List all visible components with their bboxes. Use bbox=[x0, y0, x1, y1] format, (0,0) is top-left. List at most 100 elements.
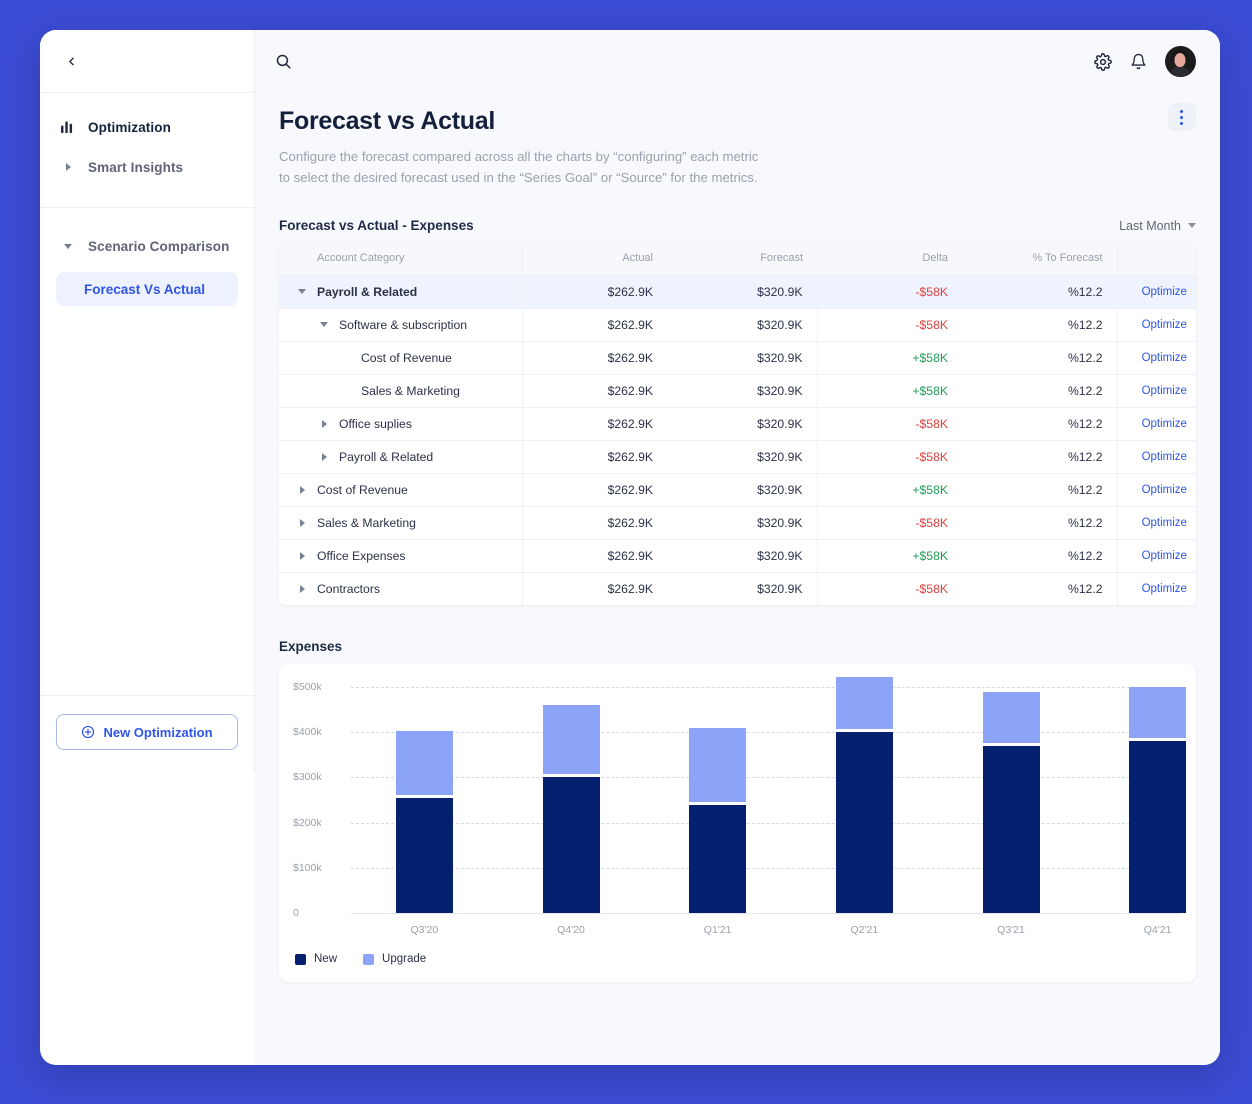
cell-actual: $262.9K bbox=[522, 539, 667, 572]
bar-segment-new bbox=[543, 777, 600, 913]
legend-swatch bbox=[295, 954, 306, 965]
table-row[interactable]: Cost of Revenue$262.9K$320.9K+$58K%12.2O… bbox=[279, 341, 1196, 374]
cell-pct-to-forecast: %12.2 bbox=[962, 473, 1117, 506]
chevron-left-icon[interactable] bbox=[58, 48, 84, 74]
cell-pct-to-forecast: %12.2 bbox=[962, 440, 1117, 473]
optimize-link[interactable]: Optimize bbox=[1117, 407, 1196, 440]
cell-actual: $262.9K bbox=[522, 473, 667, 506]
more-vertical-icon[interactable] bbox=[1168, 103, 1196, 131]
column-header-actual: Actual bbox=[522, 242, 667, 275]
twisty-right-icon[interactable] bbox=[297, 519, 307, 527]
cell-delta-value: +$58K bbox=[912, 351, 948, 365]
table-row[interactable]: Sales & Marketing$262.9K$320.9K+$58K%12.… bbox=[279, 374, 1196, 407]
table-row[interactable]: Contractors$262.9K$320.9K-$58K%12.2Optim… bbox=[279, 572, 1196, 605]
table-row[interactable]: Payroll & Related$262.9K$320.9K-$58K%12.… bbox=[279, 440, 1196, 473]
sidebar-item-smart-insights[interactable]: Smart Insights bbox=[40, 147, 254, 187]
plus-circle-icon bbox=[81, 725, 95, 739]
optimize-link[interactable]: Optimize bbox=[1117, 473, 1196, 506]
cell-delta: -$58K bbox=[817, 440, 962, 473]
y-axis-tick-label: $400k bbox=[293, 726, 345, 738]
column-header-delta: Delta bbox=[817, 242, 962, 275]
cell-pct-to-forecast: %12.2 bbox=[962, 275, 1117, 308]
cell-delta: +$58K bbox=[817, 374, 962, 407]
forecast-table-card: Account Category Actual Forecast Delta %… bbox=[279, 242, 1196, 605]
legend-label: New bbox=[314, 953, 337, 965]
bell-icon[interactable] bbox=[1130, 53, 1147, 70]
optimize-link[interactable]: Optimize bbox=[1117, 572, 1196, 605]
page-title: Forecast vs Actual bbox=[279, 107, 758, 136]
cell-actual-value: $262.9K bbox=[608, 384, 653, 398]
table-row[interactable]: Sales & Marketing$262.9K$320.9K-$58K%12.… bbox=[279, 506, 1196, 539]
cell-actual-value: $262.9K bbox=[608, 582, 653, 596]
y-axis-tick-label: $100k bbox=[293, 862, 345, 874]
optimize-link-value: Optimize bbox=[1142, 352, 1187, 364]
x-axis-tick-label: Q4'20 bbox=[557, 924, 585, 936]
table-row[interactable]: Payroll & Related$262.9K$320.9K-$58K%12.… bbox=[279, 275, 1196, 308]
avatar[interactable] bbox=[1165, 46, 1196, 77]
optimize-link[interactable]: Optimize bbox=[1117, 275, 1196, 308]
optimize-link[interactable]: Optimize bbox=[1117, 341, 1196, 374]
category-label: Sales & Marketing bbox=[361, 384, 460, 398]
twisty-down-icon[interactable] bbox=[319, 322, 329, 327]
cell-forecast: $320.9K bbox=[667, 440, 817, 473]
sidebar-item-label: Smart Insights bbox=[88, 160, 183, 175]
cell-account-category: Sales & Marketing bbox=[279, 506, 522, 539]
cell-forecast-value: $320.9K bbox=[757, 318, 802, 332]
cell-pct-to-forecast: %12.2 bbox=[962, 341, 1117, 374]
optimize-link[interactable]: Optimize bbox=[1117, 308, 1196, 341]
bar-segment-new bbox=[836, 732, 893, 913]
sidebar-item-forecast-vs-actual[interactable]: Forecast Vs Actual bbox=[56, 272, 238, 306]
period-filter-dropdown[interactable]: Last Month bbox=[1119, 219, 1196, 233]
optimize-link[interactable]: Optimize bbox=[1117, 506, 1196, 539]
legend-item[interactable]: Upgrade bbox=[363, 953, 426, 965]
sidebar-item-scenario-comparison[interactable]: Scenario Comparison bbox=[40, 226, 254, 266]
cell-delta: -$58K bbox=[817, 506, 962, 539]
chart-bar[interactable] bbox=[1129, 687, 1186, 913]
cell-pct-to-forecast-value: %12.2 bbox=[1068, 483, 1103, 497]
table-row[interactable]: Software & subscription$262.9K$320.9K-$5… bbox=[279, 308, 1196, 341]
sidebar-spacer bbox=[40, 314, 254, 695]
cell-forecast-value: $320.9K bbox=[757, 582, 802, 596]
cell-pct-to-forecast-value: %12.2 bbox=[1068, 318, 1103, 332]
cell-forecast-value: $320.9K bbox=[757, 384, 802, 398]
page-title-row: Forecast vs Actual Configure the forecas… bbox=[279, 93, 1196, 188]
legend-item[interactable]: New bbox=[295, 953, 337, 965]
optimize-link-value: Optimize bbox=[1142, 583, 1187, 595]
cell-account-category: Software & subscription bbox=[279, 308, 522, 341]
optimize-link[interactable]: Optimize bbox=[1117, 539, 1196, 572]
legend-label: Upgrade bbox=[382, 953, 426, 965]
new-optimization-button[interactable]: New Optimization bbox=[56, 714, 238, 750]
table-row[interactable]: Cost of Revenue$262.9K$320.9K+$58K%12.2O… bbox=[279, 473, 1196, 506]
search-icon[interactable] bbox=[275, 53, 292, 70]
optimize-link[interactable]: Optimize bbox=[1117, 440, 1196, 473]
gear-icon[interactable] bbox=[1094, 53, 1112, 71]
optimize-link[interactable]: Optimize bbox=[1117, 374, 1196, 407]
chart-bar[interactable] bbox=[689, 687, 746, 913]
cell-forecast-value: $320.9K bbox=[757, 351, 802, 365]
page-content: Forecast vs Actual Configure the forecas… bbox=[255, 93, 1220, 1065]
sidebar-footer: New Optimization bbox=[40, 695, 254, 772]
twisty-right-icon[interactable] bbox=[297, 585, 307, 593]
table-row[interactable]: Office suplies$262.9K$320.9K-$58K%12.2Op… bbox=[279, 407, 1196, 440]
cell-forecast: $320.9K bbox=[667, 341, 817, 374]
cell-delta-value: -$58K bbox=[915, 582, 948, 596]
twisty-right-icon[interactable] bbox=[297, 552, 307, 560]
main-area: Forecast vs Actual Configure the forecas… bbox=[255, 30, 1220, 1065]
twisty-right-icon[interactable] bbox=[319, 453, 329, 461]
topbar bbox=[255, 30, 1220, 93]
category-label: Software & subscription bbox=[339, 318, 467, 332]
twisty-right-icon[interactable] bbox=[319, 420, 329, 428]
cell-forecast-value: $320.9K bbox=[757, 417, 802, 431]
sidebar: Optimization Smart Insights Scenario Com… bbox=[40, 30, 255, 772]
chart-bar[interactable] bbox=[983, 687, 1040, 913]
chart-bar[interactable] bbox=[396, 687, 453, 913]
twisty-down-icon[interactable] bbox=[297, 289, 307, 294]
cell-account-category: Payroll & Related bbox=[279, 275, 522, 308]
sidebar-item-optimization[interactable]: Optimization bbox=[40, 107, 254, 147]
chart-bar[interactable] bbox=[543, 687, 600, 913]
chart-bar[interactable] bbox=[836, 687, 893, 913]
twisty-right-icon[interactable] bbox=[297, 486, 307, 494]
table-row[interactable]: Office Expenses$262.9K$320.9K+$58K%12.2O… bbox=[279, 539, 1196, 572]
y-axis-tick-label: 0 bbox=[293, 907, 345, 919]
category-label: Payroll & Related bbox=[317, 285, 417, 299]
